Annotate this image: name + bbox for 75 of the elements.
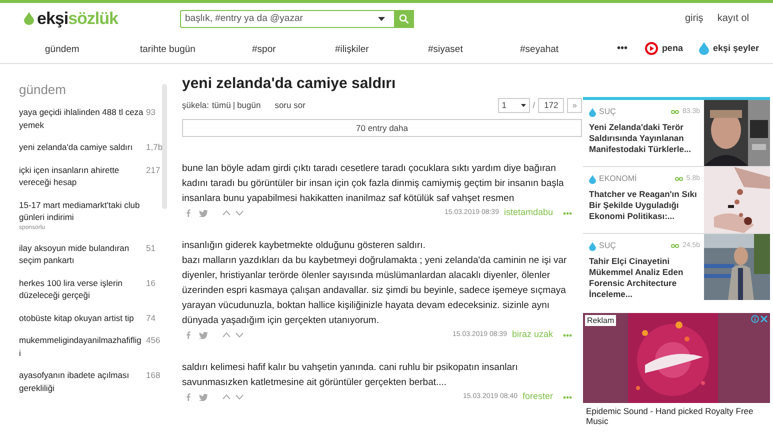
separator-text: / (532, 99, 536, 112)
info-icon[interactable] (751, 315, 759, 323)
page-select[interactable]: 1 (498, 98, 530, 113)
topic-link[interactable]: herkes 100 lira verse işlerin düzeleceği gerçeği 16 (19, 276, 158, 302)
nav-tab[interactable]: #ilişkiler (335, 43, 369, 58)
news-title: Yeni Zelanda'daki Terör Saldırısında Yayınlanan Manifestodaki Türklerle... (589, 122, 692, 155)
entry-text: bune lan böyle adam girdi çıktı taradı cesetlere taradı çocuklara sıktı yardım diye bağıran kadını taradı bu görüntüler bir insan için çok fazla dinmiş camiymiş geçtim bir insanın başla insanlara bunu yapabilmesi hakikatten inanilmaz saf kötülük saf vahşet resmen (182, 162, 565, 206)
news-title: Thatcher ve Reagan'ın Sıkı Bir Şekilde Uyguladığı Ekonomi Politikası:... (589, 189, 698, 222)
caret-icon (520, 104, 526, 107)
topic-link[interactable]: yaya geçidi ihlalinden 488 tl ceza yemek 93 (19, 106, 158, 131)
nav-tab[interactable]: gündem (45, 43, 80, 58)
more-icon[interactable] (563, 396, 572, 399)
more-icon[interactable] (563, 212, 572, 215)
topic-link[interactable]: mukemmeligindayanilmazhafiflig i 456 (19, 334, 158, 359)
topic-title[interactable]: yeni zelanda'da camiye saldırı (182, 74, 582, 94)
facebook-icon[interactable] (186, 209, 191, 218)
ad-label: Reklam (585, 315, 616, 326)
sort-link[interactable]: bugün (237, 99, 261, 112)
news-title: Tahir Elçi Cinayetini Mükemmel Analiz Eden Forensic Architecture İnceleme... (589, 256, 684, 300)
twitter-icon[interactable] (199, 332, 208, 339)
search-field[interactable]: başlık, #entry ya da @yazar (180, 10, 394, 28)
search-button[interactable] (394, 10, 414, 28)
drop-icon (589, 174, 596, 184)
scrollbar[interactable] (162, 84, 167, 209)
facebook-icon[interactable] (186, 331, 191, 340)
entry-text: saldırı kelimesi hafif kalır bu vahşetin yanında. cani ruhlu bir psikopatın insanları savunmasızken katletmesine ait görüntüler gerçekten berbat.... (182, 360, 519, 390)
ask-link[interactable]: soru sor (274, 99, 306, 112)
nav-tab[interactable]: #spor (252, 43, 276, 58)
drop-icon (24, 12, 34, 25)
upvote-icon[interactable] (222, 332, 231, 338)
nav-tab[interactable]: #siyaset (428, 43, 463, 58)
drop-icon (589, 108, 596, 116)
facebook-icon[interactable] (186, 393, 191, 402)
sort-link[interactable]: tümü (212, 99, 231, 112)
more-entries-button[interactable]: 70 entry daha (182, 119, 582, 137)
ad-title-link[interactable]: Epidemic Sound - Hand picked Royalty Free Music (583, 406, 770, 426)
entry-text: insanlığın giderek kaybetmekte olduğunu gösteren saldırı. bazı malların yazdıkları da bu kaybetmeyi doğrulamakta ; yeni zelanda'da caminin ne işi var diyenler, hristiyanlar terörde ölenler sayısında müslümanlardan alacaklı diyenler, ölenler üzerinden espri kasmaya çalışan andavallar. siz şimdi bu beyinle, sadece işemeye sıçmaya yarayan vücudunuzla, boktan hallice kişiliğinizle hayata devam edeceksiniz. sizinle aynı dünyada yaşadığım için gerçekten utanıyorum. (182, 238, 568, 328)
topic-link[interactable]: ayasofyanın ibadete açılması gerekliliği 168 (19, 369, 158, 394)
search-icon (399, 14, 409, 24)
downvote-icon[interactable] (235, 332, 244, 338)
site-logo[interactable]: ekşisözlük (24, 6, 180, 32)
topic-link[interactable]: içki içen insanların ahirette vereceği hesap 217 (19, 164, 158, 188)
upvote-icon[interactable] (222, 394, 231, 400)
sidebar-title: gündem (19, 82, 67, 98)
header-link[interactable]: giriş (684, 11, 704, 26)
views-icon (675, 177, 684, 181)
topic-link[interactable]: otobüste kitap okuyan artist tip 74 (19, 312, 158, 324)
upvote-icon[interactable] (222, 210, 231, 216)
separator-text: | (232, 99, 236, 112)
header-link[interactable]: kayıt ol (717, 11, 749, 26)
category-label: SUÇ (599, 106, 616, 118)
ad-banner[interactable]: Reklam (583, 313, 770, 403)
views-icon (671, 110, 680, 114)
next-page-button[interactable]: » (567, 98, 582, 113)
brand-link[interactable]: ekşi şeyler (698, 42, 759, 56)
caret-icon[interactable] (378, 16, 385, 20)
topic-link[interactable]: ilay aksoyun mide bulandıran seçim pankartı 51 (19, 242, 158, 266)
sukela-label: şükela: (182, 99, 209, 112)
views-icon (671, 244, 680, 248)
nav-tab[interactable]: #seyahat (520, 43, 559, 58)
brand-link[interactable]: pena (644, 42, 683, 56)
category-label: SUÇ (599, 240, 616, 252)
drop-icon (589, 242, 596, 250)
downvote-icon[interactable] (235, 210, 244, 216)
more-icon[interactable] (563, 334, 572, 337)
close-icon[interactable] (760, 315, 768, 323)
drop-icon (698, 42, 709, 55)
category-label: EKONOMİ (599, 173, 637, 185)
last-page-button[interactable]: 172 (538, 98, 564, 113)
more-button[interactable]: ••• (617, 41, 628, 56)
twitter-icon[interactable] (199, 210, 208, 217)
nav-tab[interactable]: tarihte bugün (140, 43, 196, 58)
twitter-icon[interactable] (199, 394, 208, 401)
downvote-icon[interactable] (235, 394, 244, 400)
play-icon (644, 42, 658, 55)
